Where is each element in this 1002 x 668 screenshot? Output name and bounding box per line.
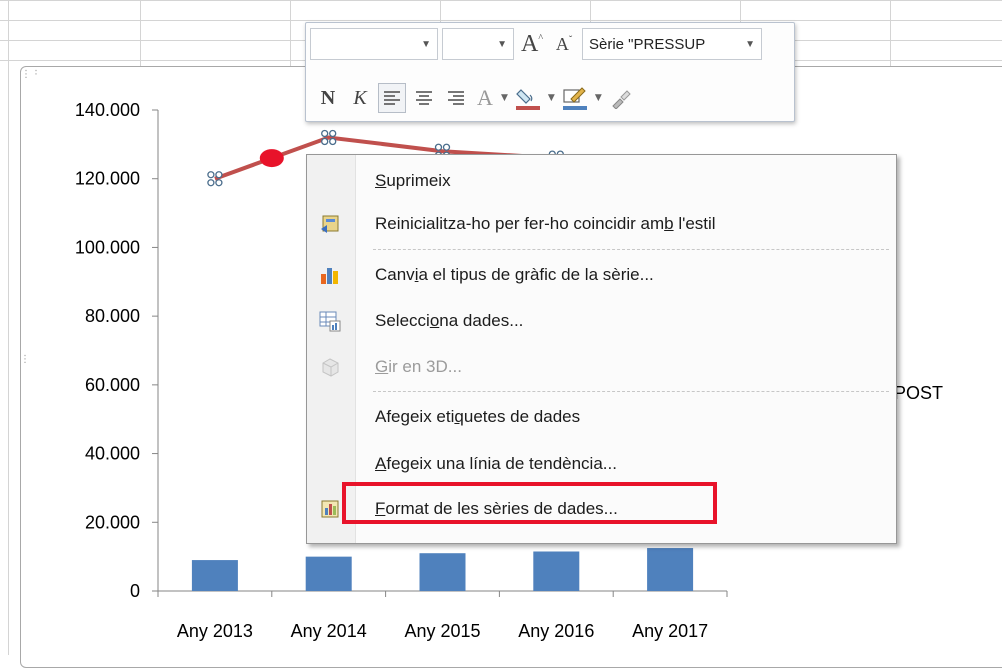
menu-item-3d-rotation: Gir en 3D...	[307, 347, 896, 387]
selection-handle[interactable]	[329, 137, 337, 146]
align-center-button[interactable]	[410, 83, 438, 113]
font-name-combo[interactable]: ▼	[310, 28, 438, 60]
pen-outline-icon	[562, 87, 587, 110]
menu-item-label: Afegeix etiquetes de dades	[375, 407, 581, 426]
selection-handle[interactable]	[215, 179, 223, 187]
align-right-icon	[448, 91, 464, 105]
selection-handle[interactable]	[207, 179, 215, 187]
bold-button[interactable]: N	[314, 83, 342, 113]
grow-font-icon: A	[520, 30, 539, 57]
menu-separator	[373, 249, 889, 250]
chart-element-combo[interactable]: Sèrie "PRESSUP ▼	[582, 28, 762, 60]
chevron-down-icon[interactable]: ▼	[501, 93, 508, 103]
menu-separator	[373, 391, 889, 392]
y-tick-label: 140.000	[75, 100, 140, 120]
menu-item-add-trendline[interactable]: Afegeix una línia de tendència...	[307, 444, 896, 484]
menu-item-label: Reinicialitza-ho per fer-ho coincidir am…	[375, 214, 716, 233]
selection-handle[interactable]	[434, 143, 443, 151]
fill-color-button[interactable]	[513, 83, 543, 113]
chevron-down-icon[interactable]: ▼	[595, 93, 602, 103]
reset-style-icon	[319, 213, 341, 235]
select-data-icon	[319, 310, 341, 332]
menu-item-select-data[interactable]: Selecciona dades...	[307, 301, 896, 341]
y-tick-label: 80.000	[85, 306, 140, 326]
data-bar	[533, 551, 580, 591]
chevron-down-icon: ▼	[497, 38, 507, 50]
menu-item-label: Afegeix una línia de tendència...	[375, 454, 617, 473]
y-tick-label: 60.000	[85, 375, 140, 395]
y-tick-label: 20.000	[85, 512, 140, 532]
x-tick-label: Any 2014	[291, 621, 367, 641]
selection-handle[interactable]	[442, 143, 451, 151]
data-bar	[419, 553, 466, 591]
font-size-combo[interactable]: ▼	[442, 28, 514, 60]
align-left-icon	[384, 91, 400, 105]
format-series-icon	[319, 498, 341, 520]
selected-point-marker	[259, 149, 284, 168]
rotation-3d-icon	[319, 356, 341, 378]
highlight-annotation-box	[342, 482, 717, 524]
italic-button[interactable]: K	[346, 83, 374, 113]
menu-item-change-chart-type[interactable]: Canvia el tipus de gràfic de la sèrie...	[307, 255, 896, 295]
selection-handle[interactable]	[207, 171, 215, 179]
x-tick-label: Any 2013	[177, 621, 253, 641]
align-right-button[interactable]	[442, 83, 470, 113]
align-left-button[interactable]	[378, 83, 406, 113]
y-tick-label: 100.000	[75, 237, 140, 257]
data-bar	[191, 560, 238, 591]
menu-item-add-data-labels[interactable]: Afegeix etiquetes de dades	[307, 397, 896, 437]
menu-item-reset-style[interactable]: Reinicialitza-ho per fer-ho coincidir am…	[307, 204, 896, 244]
mini-toolbar: ▼ ▼ A ^ Aˇ Sèrie "PRESSUP ▼ N K A ▼ ▼ ▼	[305, 22, 795, 122]
shrink-font-icon: A	[555, 33, 569, 54]
chart-type-icon	[319, 264, 341, 286]
line-color-button[interactable]	[560, 83, 590, 113]
menu-item-label: Gir en 3D...	[375, 357, 462, 376]
selection-handle[interactable]	[321, 137, 329, 146]
shrink-font-button[interactable]: Aˇ	[550, 29, 578, 59]
y-tick-label: 0	[130, 581, 140, 601]
italic-icon: K	[353, 86, 367, 109]
chart-element-value: Sèrie "PRESSUP	[589, 35, 706, 53]
data-bar	[305, 556, 352, 591]
format-painter-icon	[612, 90, 631, 109]
menu-item-label: Suprimeix	[375, 171, 451, 190]
x-tick-label: Any 2015	[404, 621, 480, 641]
chevron-down-icon[interactable]: ▼	[548, 93, 555, 103]
y-tick-label: 40.000	[85, 444, 140, 464]
format-painter-button[interactable]	[607, 83, 635, 113]
font-color-icon: A	[477, 85, 493, 110]
font-color-button[interactable]: A	[474, 83, 496, 113]
chevron-down-icon: ▼	[421, 38, 431, 50]
data-bar	[647, 548, 694, 591]
paint-bucket-icon	[515, 89, 540, 110]
selection-handle[interactable]	[321, 129, 329, 138]
align-center-icon	[416, 91, 432, 105]
menu-item-label: Selecciona dades...	[375, 311, 524, 330]
bold-icon: N	[320, 86, 336, 109]
selection-handle[interactable]	[215, 171, 223, 179]
menu-item-label: Canvia el tipus de gràfic de la sèrie...	[375, 265, 654, 284]
x-tick-label: Any 2017	[632, 621, 708, 641]
menu-item-delete[interactable]: Suprimeix	[307, 161, 896, 201]
x-tick-label: Any 2016	[518, 621, 594, 641]
selection-handle[interactable]	[329, 129, 337, 138]
y-tick-label: 120.000	[75, 169, 140, 189]
grow-font-button[interactable]: A ^	[518, 29, 546, 59]
chevron-down-icon: ▼	[745, 38, 755, 50]
